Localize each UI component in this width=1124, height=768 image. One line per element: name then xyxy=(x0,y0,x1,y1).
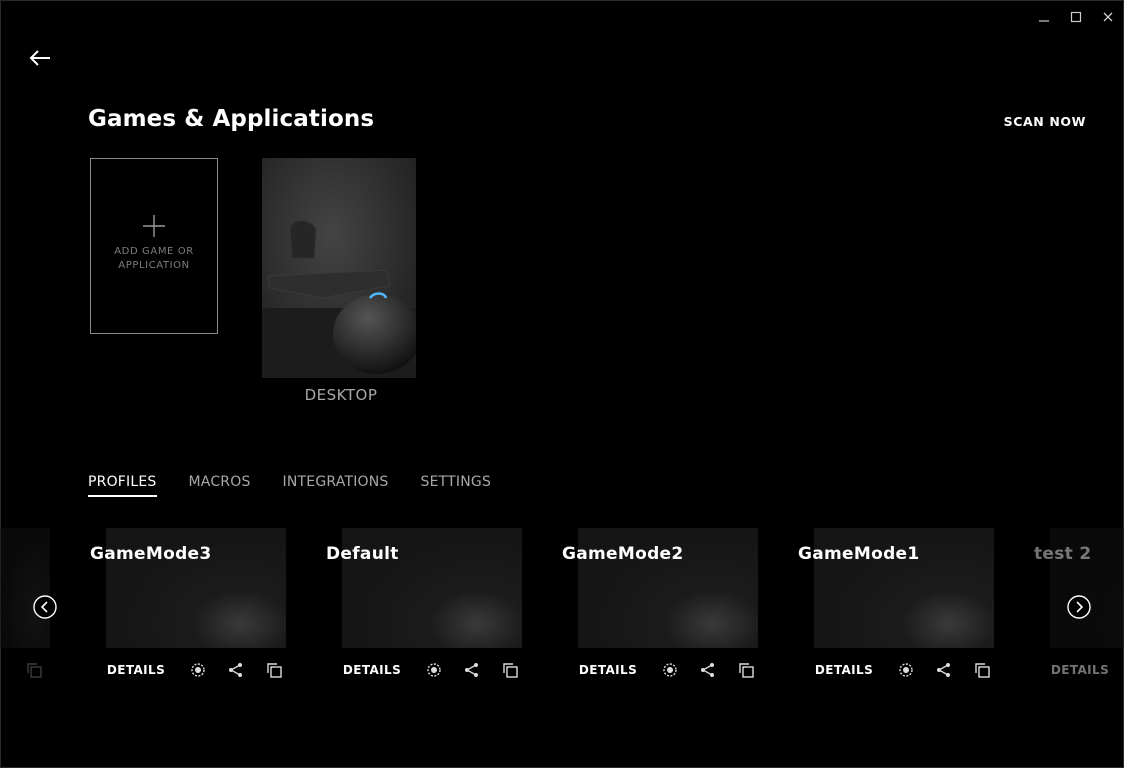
minimize-button[interactable] xyxy=(1030,7,1058,27)
maximize-icon xyxy=(1070,11,1082,23)
persistent-profile-button[interactable] xyxy=(190,662,206,678)
copy-icon xyxy=(975,663,990,678)
share-profile-button[interactable] xyxy=(700,662,716,678)
back-button[interactable] xyxy=(24,42,56,74)
copy-icon xyxy=(267,663,282,678)
desktop-thumbnail-image xyxy=(262,158,416,378)
desktop-app-card[interactable] xyxy=(262,158,416,378)
tab-macros[interactable]: MACROS xyxy=(189,474,251,497)
scan-now-button[interactable]: SCAN NOW xyxy=(1004,114,1086,129)
copy-profile-button[interactable] xyxy=(974,662,990,678)
profile-name: Default xyxy=(326,544,399,564)
chevron-left-circle-icon xyxy=(33,595,57,619)
profile-name: GameMode1 xyxy=(798,544,920,564)
persistent-icon xyxy=(427,663,441,677)
profile-actions: DETAILS xyxy=(104,662,282,678)
tab-integrations[interactable]: INTEGRATIONS xyxy=(283,474,389,497)
section-tabs: PROFILES MACROS INTEGRATIONS SETTINGS xyxy=(88,474,523,497)
tab-profiles[interactable]: PROFILES xyxy=(88,474,157,497)
copy-icon xyxy=(27,663,42,678)
copy-icon xyxy=(739,663,754,678)
details-button[interactable]: DETAILS xyxy=(812,663,876,677)
persistent-icon xyxy=(663,663,677,677)
page-title: Games & Applications xyxy=(88,106,375,132)
copy-profile-button[interactable] xyxy=(26,662,42,678)
details-button[interactable]: DETAILS xyxy=(576,663,640,677)
copy-icon xyxy=(503,663,518,678)
close-icon xyxy=(1103,12,1113,22)
details-button[interactable]: DETAILS xyxy=(1048,663,1112,677)
desktop-label: DESKTOP xyxy=(304,386,378,404)
profile-carousel: GameMode3 DETAILS Default DETAILS GameMo… xyxy=(0,528,1124,698)
profile-actions: DETAILS xyxy=(812,662,990,678)
maximize-button[interactable] xyxy=(1062,7,1090,27)
persistent-profile-button[interactable] xyxy=(426,662,442,678)
chevron-right-circle-icon xyxy=(1067,595,1091,619)
persistent-icon xyxy=(191,663,205,677)
profile-actions: DETAILS xyxy=(1048,662,1112,678)
profile-name: GameMode2 xyxy=(562,544,684,564)
profile-actions: DETAILS xyxy=(340,662,518,678)
details-button[interactable]: DETAILS xyxy=(340,663,404,677)
minimize-icon xyxy=(1039,20,1049,22)
profile-actions: DETAILS xyxy=(576,662,754,678)
copy-profile-button[interactable] xyxy=(502,662,518,678)
carousel-next-button[interactable] xyxy=(1067,595,1091,619)
persistent-profile-button[interactable] xyxy=(898,662,914,678)
plus-icon xyxy=(143,215,165,237)
add-game-label: ADD GAME OR APPLICATION xyxy=(114,246,194,271)
carousel-prev-button[interactable] xyxy=(33,595,57,619)
profile-thumbnail-partial xyxy=(0,528,50,648)
share-icon xyxy=(229,663,242,677)
copy-profile-button[interactable] xyxy=(266,662,282,678)
arrow-left-icon xyxy=(29,50,50,66)
close-button[interactable] xyxy=(1094,7,1122,27)
copy-profile-button[interactable] xyxy=(738,662,754,678)
share-icon xyxy=(701,663,714,677)
tab-settings[interactable]: SETTINGS xyxy=(421,474,492,497)
persistent-icon xyxy=(899,663,913,677)
add-game-card[interactable]: ADD GAME OR APPLICATION xyxy=(90,158,218,334)
share-icon xyxy=(465,663,478,677)
share-profile-button[interactable] xyxy=(936,662,952,678)
persistent-profile-button[interactable] xyxy=(662,662,678,678)
share-profile-button[interactable] xyxy=(464,662,480,678)
share-profile-button[interactable] xyxy=(228,662,244,678)
details-button[interactable]: DETAILS xyxy=(104,663,168,677)
profile-name: GameMode3 xyxy=(90,544,212,564)
share-icon xyxy=(937,663,950,677)
profile-name: test 2 xyxy=(1034,544,1092,564)
